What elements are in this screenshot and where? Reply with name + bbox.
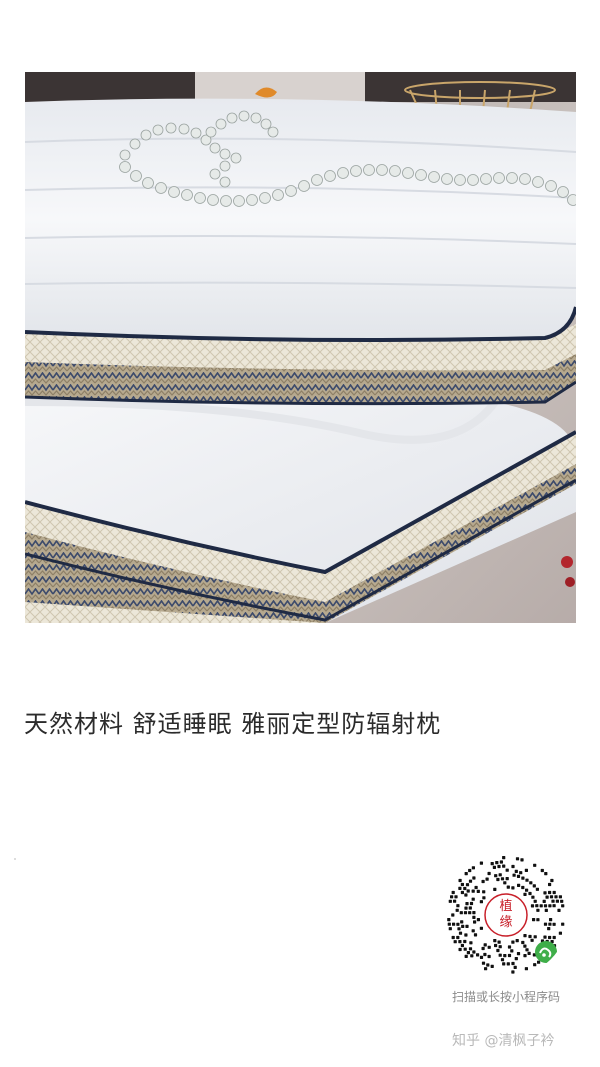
qr-code-graphic: 植 缘: [443, 852, 569, 978]
divider-dot: [14, 858, 16, 860]
pillow-illustration: [25, 72, 576, 623]
wechat-miniprogram-icon: [535, 941, 557, 963]
product-caption: 天然材料 舒适睡眠 雅丽定型防辐射枕: [24, 710, 442, 738]
product-photo: [25, 72, 576, 623]
qr-stamp-text-2: 缘: [499, 915, 512, 930]
miniprogram-qr-code[interactable]: 植 缘: [443, 852, 569, 978]
qr-stamp-text-1: 植: [499, 899, 512, 914]
qr-scan-hint: 扫描或长按小程序码: [451, 990, 560, 1004]
zhihu-watermark: 知乎 @清枫子衿: [452, 1033, 555, 1049]
